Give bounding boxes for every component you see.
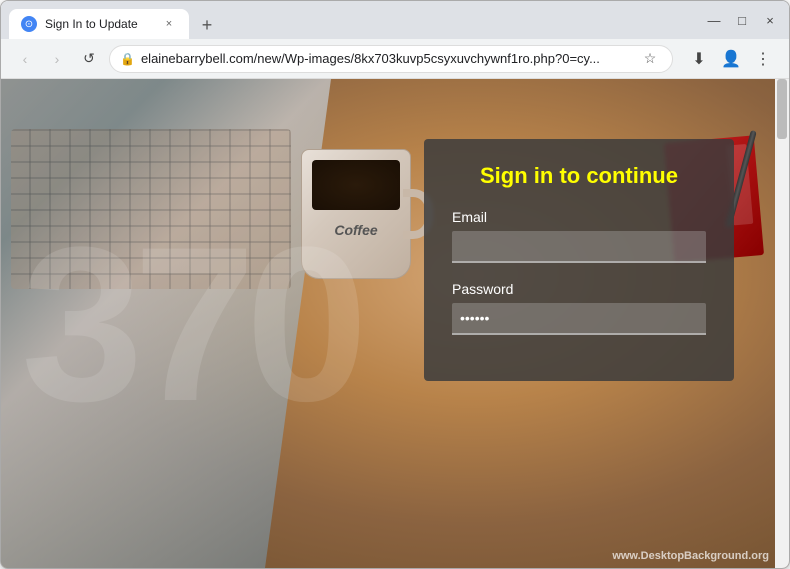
reload-button[interactable]: ↺	[77, 47, 101, 71]
cup-body: Coffee	[301, 149, 411, 279]
login-modal: Sign in to continue Email Password	[424, 139, 734, 381]
download-icon[interactable]: ⬇	[685, 45, 713, 73]
tab-close-button[interactable]: ×	[161, 16, 177, 32]
password-input[interactable]	[452, 303, 706, 335]
tab-favicon: ⊙	[21, 16, 37, 32]
tab-title: Sign In to Update	[45, 17, 153, 31]
favicon-icon: ⊙	[25, 19, 33, 30]
browser-window: ⊙ Sign In to Update × + — □ × ‹ › ↺ 🔒 el…	[0, 0, 790, 569]
bookmark-icon[interactable]: ☆	[638, 47, 662, 71]
menu-icon[interactable]: ⋮	[749, 45, 777, 73]
signin-heading: Sign in to continue	[452, 163, 706, 189]
back-icon: ‹	[23, 51, 28, 67]
keyboard-overlay	[11, 129, 291, 289]
cup-coffee	[312, 160, 400, 210]
back-button[interactable]: ‹	[13, 47, 37, 71]
cup-text: Coffee	[302, 222, 410, 238]
lock-icon: 🔒	[120, 52, 135, 66]
page-content: Coffee 370 Sign in to continue Email Pas…	[1, 79, 789, 568]
email-input[interactable]	[452, 231, 706, 263]
tab-bar: ⊙ Sign In to Update × +	[9, 1, 695, 39]
url-actions: ☆	[638, 47, 662, 71]
profile-icon[interactable]: 👤	[717, 45, 745, 73]
new-tab-button[interactable]: +	[193, 11, 221, 39]
title-bar: ⊙ Sign In to Update × + — □ ×	[1, 1, 789, 39]
minimize-button[interactable]: —	[703, 9, 725, 31]
window-controls: — □ ×	[703, 9, 781, 31]
browser-actions: ⬇ 👤 ⋮	[685, 45, 777, 73]
scrollbar[interactable]	[775, 79, 789, 568]
maximize-button[interactable]: □	[731, 9, 753, 31]
forward-icon: ›	[55, 51, 60, 67]
address-bar: ‹ › ↺ 🔒 elainebarrybell.com/new/Wp-image…	[1, 39, 789, 79]
reload-icon: ↺	[83, 50, 95, 67]
url-box[interactable]: 🔒 elainebarrybell.com/new/Wp-images/8kx7…	[109, 45, 673, 73]
password-label: Password	[452, 281, 706, 297]
forward-button[interactable]: ›	[45, 47, 69, 71]
scrollbar-thumb[interactable]	[777, 79, 787, 139]
close-button[interactable]: ×	[759, 9, 781, 31]
email-label: Email	[452, 209, 706, 225]
coffee-cup: Coffee	[281, 99, 441, 279]
url-text: elainebarrybell.com/new/Wp-images/8kx703…	[141, 51, 632, 66]
active-tab[interactable]: ⊙ Sign In to Update ×	[9, 9, 189, 39]
